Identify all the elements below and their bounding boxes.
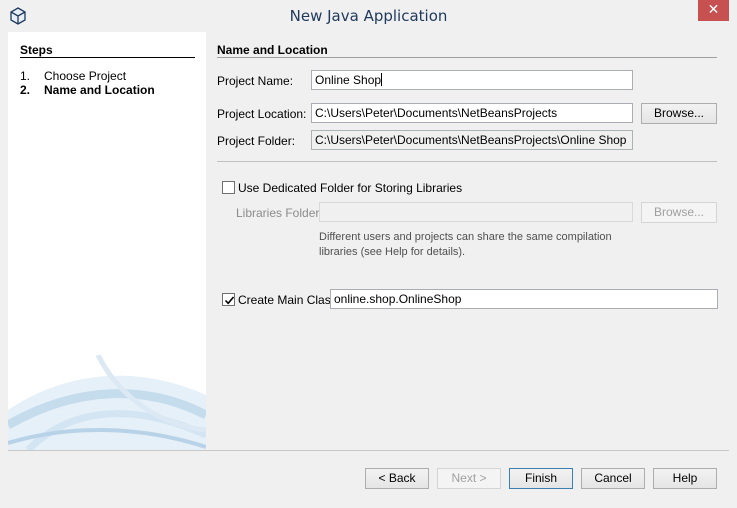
dedicated-folder-checkbox[interactable] <box>222 181 235 194</box>
cancel-button[interactable]: Cancel <box>581 468 645 489</box>
window-frame-left <box>0 32 8 508</box>
step-name-and-location: 2. Name and Location <box>20 83 155 97</box>
separator <box>217 161 717 162</box>
libraries-folder-label: Libraries Folder: <box>236 206 323 220</box>
back-button[interactable]: < Back <box>365 468 429 489</box>
libraries-folder-browse-button[interactable]: Browse... <box>641 202 717 223</box>
project-name-field[interactable]: Online Shop <box>311 70 633 90</box>
step-number: 1. <box>20 69 31 83</box>
project-folder-label: Project Folder: <box>217 134 296 148</box>
libraries-folder-field[interactable] <box>319 202 633 222</box>
next-button[interactable]: Next > <box>437 468 501 489</box>
title-bar[interactable]: New Java Application ✕ <box>0 0 737 32</box>
window-frame-right <box>729 32 737 508</box>
window-title: New Java Application <box>289 7 448 25</box>
name-location-panel: Name and Location Project Name: Online S… <box>206 32 729 450</box>
finish-button[interactable]: Finish <box>509 468 573 489</box>
section-divider <box>217 57 717 58</box>
project-location-field[interactable]: C:\Users\Peter\Documents\NetBeansProject… <box>311 103 633 123</box>
step-label: Choose Project <box>44 69 127 83</box>
steps-title: Steps <box>20 43 53 57</box>
libraries-help-note: Different users and projects can share t… <box>319 230 612 260</box>
close-button[interactable]: ✕ <box>698 0 729 21</box>
step-number: 2. <box>20 83 31 97</box>
project-folder-field[interactable]: C:\Users\Peter\Documents\NetBeansProject… <box>311 130 633 150</box>
window-frame-bottom <box>0 500 737 508</box>
text-caret <box>381 73 383 86</box>
checkmark-icon <box>224 296 235 305</box>
note-line: libraries (see Help for details). <box>319 246 466 258</box>
dedicated-folder-label[interactable]: Use Dedicated Folder for Storing Librari… <box>238 181 462 195</box>
section-title: Name and Location <box>217 43 328 57</box>
project-name-value: Online Shop <box>315 73 382 87</box>
step-label: Name and Location <box>44 83 155 97</box>
project-location-label: Project Location: <box>217 107 307 121</box>
create-main-class-label[interactable]: Create Main Class <box>238 293 337 307</box>
note-line: Different users and projects can share t… <box>319 231 612 243</box>
help-button[interactable]: Help <box>653 468 717 489</box>
project-location-browse-button[interactable]: Browse... <box>641 103 717 124</box>
dialog-window: New Java Application ✕ Steps 1. Choose Pr… <box>0 0 737 508</box>
decorative-swoosh-graphic <box>8 355 206 450</box>
create-main-class-checkbox[interactable] <box>222 293 235 306</box>
button-bar-divider <box>8 450 729 451</box>
project-name-label: Project Name: <box>217 74 294 88</box>
steps-divider <box>20 57 195 58</box>
steps-panel: Steps 1. Choose Project 2. Name and Locati… <box>8 32 206 450</box>
step-choose-project: 1. Choose Project <box>20 69 126 83</box>
main-class-field[interactable]: online.shop.OnlineShop <box>330 289 718 309</box>
